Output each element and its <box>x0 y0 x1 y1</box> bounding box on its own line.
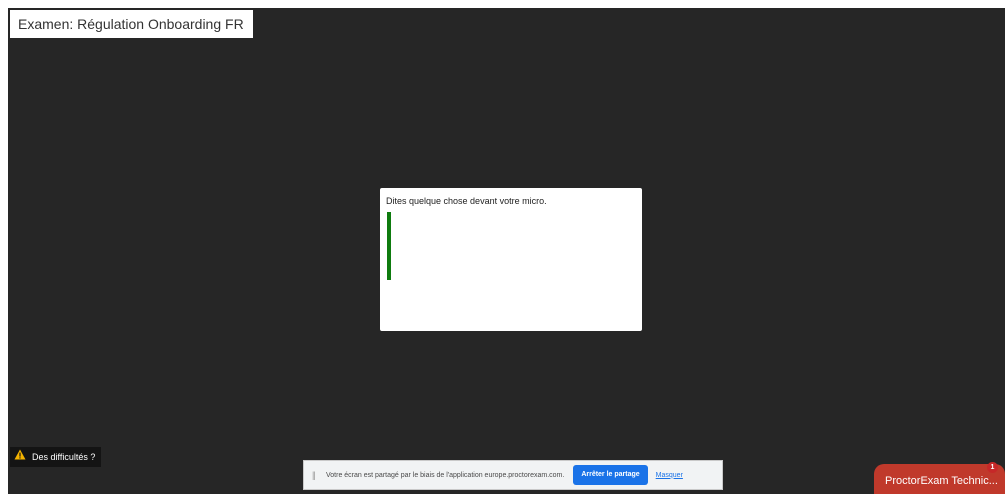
help-button-label: Des difficultés ? <box>32 452 96 462</box>
microphone-check-message: Dites quelque chose devant votre micro. <box>386 196 547 206</box>
exam-title: Examen: Régulation Onboarding FR <box>10 10 253 38</box>
microphone-level-fill <box>387 212 391 280</box>
notification-badge: 1 <box>987 462 998 473</box>
screen-share-notification-bar: || Votre écran est partagé par le biais … <box>303 460 723 490</box>
microphone-check-dialog: Dites quelque chose devant votre micro. <box>380 188 642 331</box>
drag-handle-icon[interactable]: || <box>312 470 320 480</box>
screen-share-message: Votre écran est partagé par le biais de … <box>326 471 565 479</box>
warning-icon <box>14 447 26 467</box>
stop-sharing-button[interactable]: Arrêter le partage <box>573 465 648 485</box>
microphone-level-meter <box>387 212 391 280</box>
help-button[interactable]: Des difficultés ? <box>10 447 102 467</box>
hide-link[interactable]: Masquer <box>656 472 683 479</box>
support-chat-tab[interactable]: ProctorExam Technic... <box>874 464 1005 494</box>
exam-workspace: Examen: Régulation Onboarding FR Dites q… <box>8 8 1005 494</box>
